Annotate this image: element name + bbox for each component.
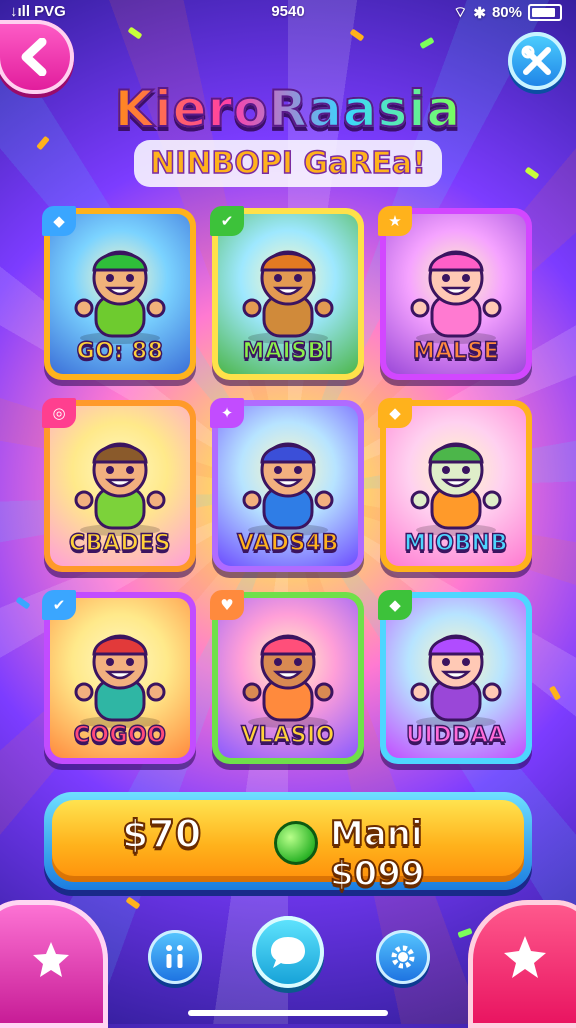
price-right: Mani $099: [329, 813, 426, 895]
chat-button[interactable]: [252, 916, 324, 988]
character-card[interactable]: ◆ MIOBNB: [378, 398, 532, 572]
character-name: MIOBNB: [403, 530, 508, 556]
gem-icon: [274, 821, 318, 865]
sparkle-star-icon: [504, 936, 546, 978]
character-card[interactable]: ◎ CBADES: [42, 398, 196, 572]
character-avatar: [410, 250, 502, 344]
character-name: GO: 88: [76, 338, 164, 364]
confetti: [15, 596, 31, 610]
battery-percent: 80%: [491, 4, 522, 21]
character-card-art: VADS4B: [218, 406, 358, 566]
chevron-left-icon: [21, 38, 47, 76]
character-card-art: UIDDAA: [386, 598, 526, 758]
character-card[interactable]: ♥ VLASIO: [210, 590, 364, 764]
confetti: [419, 36, 435, 50]
wrench-icon: [521, 45, 551, 75]
character-card[interactable]: ✦ VADS4B: [210, 398, 364, 572]
info-icon: [166, 945, 183, 968]
card-badge-icon: ◆: [378, 398, 412, 428]
character-card[interactable]: ★ MALSE: [378, 206, 532, 380]
character-card[interactable]: ✔ MAISBI: [210, 206, 364, 380]
character-card-art: GO: 88: [50, 214, 190, 374]
purchase-button[interactable]: $70 Mani $099: [44, 792, 532, 895]
character-avatar: [74, 442, 166, 536]
character-avatar: [242, 442, 334, 536]
card-badge-icon: ◆: [378, 590, 412, 620]
gear-icon: [391, 945, 415, 969]
character-name: VLASIO: [240, 722, 335, 748]
character-name: CBADES: [68, 530, 172, 556]
home-indicator: [188, 1010, 388, 1016]
character-name: VADS4B: [236, 530, 339, 556]
purchase-button-face: $70 Mani $099: [52, 800, 524, 895]
rewards-button[interactable]: [468, 900, 576, 1028]
battery-icon: [528, 4, 562, 21]
card-badge-icon: ♥: [210, 590, 244, 620]
character-avatar: [74, 634, 166, 728]
carrier-label: ↓ıll PVG: [10, 3, 66, 20]
card-badge-icon: ✦: [210, 398, 244, 428]
character-name: MAISBI: [242, 338, 334, 364]
game-title: KieroRaasia NINBOPI GaREa!: [0, 79, 576, 187]
character-card-art: VLASIO: [218, 598, 358, 758]
character-card-art: MAISBI: [218, 214, 358, 374]
character-avatar: [410, 442, 502, 536]
wifi-icon: ⌔: [453, 4, 468, 21]
confetti: [457, 927, 473, 939]
star-home-icon: [33, 942, 69, 977]
character-card-art: MIOBNB: [386, 406, 526, 566]
price-left: $70: [121, 811, 202, 857]
character-avatar: [74, 250, 166, 344]
character-card-art: COGOO: [50, 598, 190, 758]
home-button[interactable]: [0, 900, 108, 1028]
character-name: COGOO: [73, 722, 167, 748]
status-right: ⌔ ✱ 80%: [453, 3, 562, 22]
confetti: [127, 26, 143, 40]
character-name: MALSE: [412, 338, 500, 364]
title-text: KieroRaasia: [0, 79, 576, 139]
chat-bubble-icon: [271, 937, 305, 968]
character-card[interactable]: ✔ COGOO: [42, 590, 196, 764]
character-avatar: [242, 250, 334, 344]
bluetooth-icon: ✱: [473, 4, 486, 22]
status-bar: ↓ıll PVG 9540 ⌔ ✱ 80%: [0, 0, 576, 26]
clock: 9540: [271, 3, 305, 20]
card-badge-icon: ✔: [42, 590, 76, 620]
confetti: [349, 28, 365, 42]
character-name: UIDDAA: [405, 722, 506, 748]
character-grid: ◆ GO: 88 ✔ MAISBI ★ MALSE ◎ CBADES ✦ VADS4B ◆ MIOBN…: [42, 206, 532, 764]
character-card[interactable]: ◆ GO: 88: [42, 206, 196, 380]
card-badge-icon: ◆: [42, 206, 76, 236]
info-button[interactable]: [148, 930, 202, 984]
card-badge-icon: ✔: [210, 206, 244, 236]
character-card[interactable]: ◆ UIDDAA: [378, 590, 532, 764]
character-avatar: [410, 634, 502, 728]
confetti: [548, 685, 562, 701]
character-card-art: CBADES: [50, 406, 190, 566]
subtitle-text: NINBOPI GaREa!: [134, 140, 442, 187]
settings-button[interactable]: [376, 930, 430, 984]
character-avatar: [242, 634, 334, 728]
confetti: [125, 896, 141, 910]
card-badge-icon: ★: [378, 206, 412, 236]
card-badge-icon: ◎: [42, 398, 76, 428]
character-card-art: MALSE: [386, 214, 526, 374]
